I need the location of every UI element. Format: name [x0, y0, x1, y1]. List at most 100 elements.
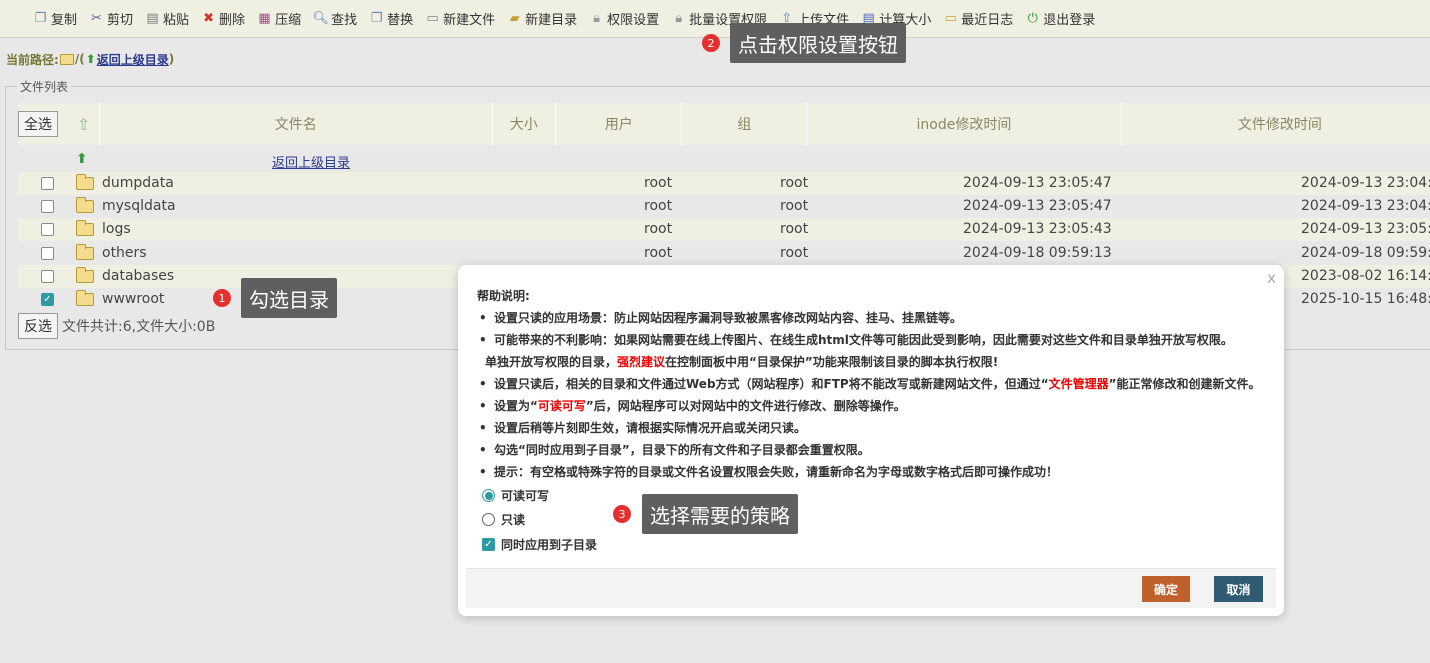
- help-text: ”后，网站程序可以对网站中的文件进行修改、删除等操作。: [585, 399, 906, 413]
- table-row[interactable]: others root root 2024-09-18 09:59:13 2024-09…: [18, 242, 1430, 265]
- toolbar-button-14[interactable]: ⏻ 退出登录: [1022, 0, 1104, 38]
- folder-icon: [76, 174, 94, 190]
- log-icon: ▭: [944, 11, 957, 26]
- header-mtime[interactable]: 文件修改时间: [1122, 103, 1430, 145]
- help-emphasis: 文件管理器: [1048, 377, 1109, 391]
- row-group: root: [780, 198, 809, 215]
- replace-icon: ❐: [370, 11, 383, 26]
- row-checkbox[interactable]: [41, 269, 54, 283]
- folder-icon: [59, 53, 74, 65]
- select-all-button[interactable]: 全选: [18, 111, 58, 137]
- table-row[interactable]: dumpdata root root 2024-09-13 23:05:47 2024-…: [18, 172, 1430, 195]
- toolbar-button-3[interactable]: ✖ 删除: [198, 0, 254, 38]
- help-title: 帮助说明:: [477, 289, 530, 303]
- table-row[interactable]: logs root root 2024-09-13 23:05:43 2024-09-1…: [18, 218, 1430, 242]
- row-user: root: [644, 198, 673, 215]
- header-size[interactable]: 大小: [493, 103, 556, 145]
- row-group: root: [780, 221, 809, 238]
- table-row[interactable]: mysqldata root root 2024-09-13 23:05:47 2024…: [18, 195, 1430, 218]
- help-text: 单独开放写权限的目录，: [485, 355, 618, 369]
- row-checkbox[interactable]: ✓: [41, 293, 54, 306]
- file-list-legend: 文件列表: [17, 78, 72, 95]
- toolbar-button-6[interactable]: ❐ 替换: [366, 0, 422, 38]
- cancel-button[interactable]: 取消: [1214, 576, 1263, 602]
- row-mtime: 2024-09-13 23:05:43: [1301, 221, 1430, 238]
- help-item: 勾选“同时应用到子目录”，目录下的所有文件和子目录都会重置权限。: [477, 439, 1277, 461]
- toolbar-button-1[interactable]: ✂ 剪切: [86, 0, 142, 38]
- help-emphasis: 可读可写: [537, 399, 586, 413]
- toolbar-button-label: 查找: [331, 13, 358, 28]
- annotation-tip-1: 勾选目录: [241, 278, 337, 318]
- close-icon[interactable]: x: [1267, 269, 1276, 287]
- toolbar-button-label: 删除: [219, 13, 246, 28]
- toolbar-button-label: 最近日志: [961, 13, 1014, 28]
- header-name[interactable]: 文件名: [100, 103, 493, 145]
- help-text: 设置只读后，相关的目录和文件通过Web方式（网站程序）和FTP将不能改写或新建网…: [494, 377, 1049, 391]
- annotation-badge-3: 3: [613, 505, 631, 523]
- path-label: 当前路径:: [6, 52, 59, 67]
- row-user: root: [644, 244, 673, 261]
- folder-icon: [76, 197, 94, 214]
- toolbar-button-label: 新建目录: [525, 13, 578, 28]
- row-checkbox[interactable]: [41, 223, 54, 237]
- row-mtime: 2024-09-13 23:04:12: [1301, 198, 1430, 215]
- toolbar-button-0[interactable]: ❐ 复制: [30, 0, 86, 38]
- row-name[interactable]: dumpdata: [102, 175, 174, 191]
- toolbar-button-2[interactable]: ▤ 粘贴: [142, 0, 198, 38]
- logout-icon: ⏻: [1027, 11, 1038, 26]
- toolbar-button-label: 剪切: [107, 13, 134, 28]
- help-item: 设置为“可读可写”后，网站程序可以对网站中的文件进行修改、删除等操作。: [477, 395, 1277, 417]
- lock-icon: 🔒︎: [593, 11, 601, 26]
- help-text: 设置为“: [494, 399, 538, 413]
- annotation-badge-2: 2: [702, 34, 720, 52]
- compress-icon: ▦: [258, 11, 271, 26]
- up-arrow-icon: ⬆: [85, 52, 96, 66]
- scissors-icon: ✂: [91, 11, 102, 26]
- back-to-parent-row-link[interactable]: 返回上级目录: [272, 152, 350, 171]
- apply-subdirs-label: 同时应用到子目录: [501, 538, 598, 552]
- help-text: ”能正常修改和创建新文件。: [1108, 377, 1261, 391]
- annotation-tip-2: 点击权限设置按钮: [730, 23, 906, 63]
- help-item: 单独开放写权限的目录，强烈建议在控制面板中用“目录保护”功能来限制该目录的脚本执…: [477, 351, 1277, 373]
- row-name[interactable]: others: [102, 245, 147, 261]
- header-inode-time[interactable]: inode修改时间: [807, 103, 1122, 145]
- toolbar-button-label: 压缩: [275, 13, 302, 28]
- header-group[interactable]: 组: [682, 103, 808, 145]
- read-write-label: 可读可写: [501, 489, 550, 503]
- folder-icon: [76, 243, 94, 260]
- toolbar-button-label: 退出登录: [1043, 13, 1096, 28]
- toolbar-button-7[interactable]: ▭ 新建文件: [422, 0, 504, 38]
- toolbar-button-8[interactable]: ▰ 新建目录: [504, 0, 586, 38]
- apply-subdirs-checkbox[interactable]: ✓: [482, 538, 495, 551]
- help-item: 提示：有空格或特殊字符的目录或文件名设置权限会失败，请重新命名为字母或数字格式后…: [477, 461, 1277, 483]
- row-mtime: 2024-09-18 09:59:13: [1301, 244, 1430, 261]
- row-name[interactable]: mysqldata: [102, 198, 176, 214]
- row-checkbox[interactable]: [41, 246, 54, 260]
- invert-selection-button[interactable]: 反选: [18, 313, 58, 339]
- back-to-parent-link[interactable]: 返回上级目录: [97, 51, 169, 68]
- toolbar-button-13[interactable]: ▭ 最近日志: [940, 0, 1022, 38]
- sort-up-icon[interactable]: ⇧: [77, 115, 90, 134]
- row-checkbox[interactable]: [41, 177, 54, 190]
- row-group: root: [780, 244, 809, 261]
- help-item: 可能带来的不利影响：如果网站需要在线上传图片、在线生成html文件等可能因此受到…: [477, 329, 1277, 351]
- option-read-only[interactable]: 只读: [482, 511, 525, 528]
- confirm-button[interactable]: 确定: [1142, 576, 1190, 602]
- table-header: 全选 ⇧ 文件名 大小 用户 组 inode修改时间 文件修改时间: [18, 103, 1430, 145]
- row-name[interactable]: databases: [102, 268, 174, 284]
- header-user[interactable]: 用户: [556, 103, 683, 145]
- toolbar-button-5[interactable]: 🔍︎ 查找: [310, 0, 366, 38]
- row-inode-time: 2024-09-13 23:05:47: [963, 175, 1112, 191]
- read-only-radio[interactable]: [482, 513, 495, 526]
- toolbar-button-label: 替换: [387, 13, 414, 28]
- toolbar: ❐ 复制 ✂ 剪切 ▤ 粘贴 ✖ 删除 ▦ 压缩 🔍︎ 查找 ❐ 替换 ▭ 新建文件 ▰ 新建目录 🔒︎ 权限设置 🔒︎…: [0, 0, 1430, 38]
- toolbar-button-9[interactable]: 🔒︎ 权限设置: [586, 0, 668, 38]
- option-apply-subdirs[interactable]: ✓ 同时应用到子目录: [482, 536, 597, 553]
- option-read-write[interactable]: 可读可写: [482, 487, 549, 504]
- row-name[interactable]: wwwroot: [102, 291, 164, 307]
- read-write-radio[interactable]: [482, 489, 495, 502]
- current-path: 当前路径: /( ⬆ 返回上级目录 ): [6, 48, 174, 70]
- row-name[interactable]: logs: [102, 221, 131, 237]
- row-checkbox[interactable]: [41, 200, 54, 214]
- toolbar-button-4[interactable]: ▦ 压缩: [254, 0, 310, 38]
